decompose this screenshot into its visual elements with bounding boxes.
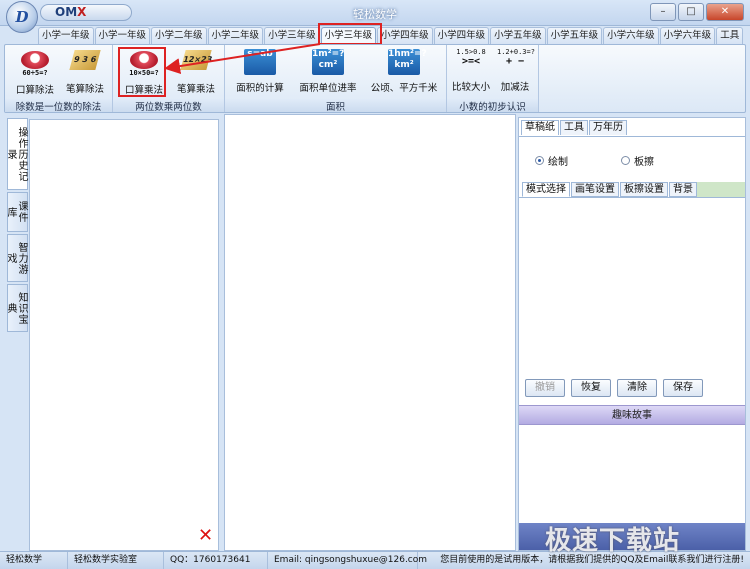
tab-grade3a[interactable]: 小学三年级	[264, 27, 320, 44]
tab-grade4a[interactable]: 小学四年级	[377, 27, 433, 44]
pencil-icon: 9 3 6	[69, 50, 101, 70]
area-unit-button[interactable]: 1m²=?cm² 面积单位进率	[293, 47, 363, 94]
tab-mode-select[interactable]: 模式选择	[522, 182, 570, 197]
compare-button[interactable]: 1.5>0.8 >=< 比较大小	[449, 47, 493, 93]
status-email: Email: qingsongshuxue@126.com	[268, 552, 427, 569]
side-tab-history[interactable]: 操作历史记录	[5, 118, 28, 190]
watermark: 极速下载站	[545, 526, 681, 556]
written-division-button[interactable]: 9 3 6 笔算除法	[61, 47, 109, 95]
highlight-box-button	[118, 47, 166, 97]
app-logo[interactable]: D	[6, 1, 38, 33]
clear-button[interactable]: 清除	[617, 379, 657, 397]
side-tab-courseware[interactable]: 课件库	[5, 192, 28, 232]
written-multiplication-label: 笔算乘法	[176, 84, 215, 95]
radio-erase-label: 板擦	[634, 157, 654, 168]
minimize-button[interactable]: –	[650, 3, 676, 21]
compare-label: 比较大小	[451, 82, 490, 93]
ribbon-group-division: 60÷5=? 口算除法 9 3 6 笔算除法 除数是一位数的除法	[5, 45, 113, 113]
radio-draw[interactable]: 绘制	[535, 153, 568, 168]
area-calc-button[interactable]: s=ab 面积的计算	[229, 47, 291, 94]
written-division-label: 笔算除法	[65, 84, 104, 95]
area-icon: s=ab	[244, 49, 276, 75]
lips-icon	[21, 51, 49, 69]
save-button[interactable]: 保存	[663, 379, 703, 397]
add-sub-icon: 1.2+0.3=? + −	[497, 48, 535, 67]
tab-tools[interactable]: 工具	[716, 27, 744, 44]
tab-background[interactable]: 背景	[669, 182, 697, 197]
area-unit-icon: 1m²=?cm²	[312, 49, 344, 75]
main-canvas[interactable]	[224, 114, 516, 551]
tab-grade5b[interactable]: 小学五年级	[546, 27, 603, 44]
oral-division-expr: 60÷5=?	[22, 69, 48, 77]
group-caption-division: 除数是一位数的除法	[5, 99, 112, 113]
compare-icon: 1.5>0.8 >=<	[456, 48, 486, 67]
side-tab-knowledge[interactable]: 知识宝典	[5, 284, 28, 332]
group-caption-decimal: 小数的初步认识	[447, 99, 538, 113]
tab-tools-panel[interactable]: 工具	[560, 120, 588, 135]
tab-grade2a[interactable]: 小学二年级	[151, 27, 207, 44]
undo-button[interactable]: 撤销	[525, 379, 565, 397]
written-multiplication-button[interactable]: 12×23 笔算乘法	[171, 47, 221, 95]
tab-grade5a[interactable]: 小学五年级	[490, 27, 546, 44]
hectare-label: 公顷、平方千米	[370, 83, 438, 94]
tab-grade4b[interactable]: 小学四年级	[433, 27, 490, 44]
pencil-icon: 12×23	[180, 50, 213, 70]
tab-grade6b[interactable]: 小学六年级	[659, 27, 716, 44]
ribbon: 60÷5=? 口算除法 9 3 6 笔算除法 除数是一位数的除法 10×50=?…	[4, 44, 746, 113]
right-panel: 草稿纸 工具 万年历 绘制 板擦 模式选择 画笔设置 板擦设置 背景 撤销 恢复…	[518, 117, 746, 551]
divider	[519, 197, 745, 198]
status-app: 轻松数学	[0, 552, 68, 569]
highlight-box-tab	[318, 23, 382, 45]
delete-icon[interactable]: ✕	[198, 527, 216, 545]
group-caption-area: 面积	[225, 99, 446, 113]
history-pane[interactable]	[29, 119, 219, 551]
ribbon-group-decimal: 1.5>0.8 >=< 比较大小 1.2+0.3=? + − 加减法 小数的初步认识	[447, 45, 539, 113]
area-unit-label: 面积单位进率	[299, 83, 357, 94]
hectare-button[interactable]: 1hm²=?km² 公顷、平方千米	[365, 47, 443, 94]
side-tab-games[interactable]: 智力游戏	[5, 234, 28, 282]
grade-tabs: 小学一年级 小学一年级 小学二年级 小学二年级 小学三年级 小学三年级 小学四年…	[38, 27, 744, 44]
draw-mode-radios: 绘制 板擦	[519, 136, 745, 182]
ribbon-group-area: s=ab 面积的计算 1m²=?cm² 面积单位进率 1hm²=?km² 公顷、…	[225, 45, 447, 113]
area-calc-label: 面积的计算	[236, 83, 284, 94]
fun-story-header[interactable]: 趣味故事	[519, 405, 745, 425]
close-button[interactable]: ✕	[706, 3, 744, 21]
app-window: OMX 轻松数学 – □ ✕ D 小学一年级 小学一年级 小学二年级 小学二年级…	[0, 0, 750, 569]
add-sub-expr: 1.2+0.3=?	[497, 48, 535, 56]
oral-division-label: 口算除法	[15, 85, 54, 96]
side-tabs: 操作历史记录 课件库 智力游戏 知识宝典	[5, 118, 28, 334]
hectare-icon: 1hm²=?km²	[388, 49, 427, 75]
status-qq: QQ：1760173641	[164, 552, 268, 569]
add-sub-label: 加减法	[500, 82, 530, 93]
compare-expr: 1.5>0.8	[456, 48, 486, 56]
radio-erase[interactable]: 板擦	[621, 153, 654, 168]
radio-draw-label: 绘制	[548, 157, 568, 168]
group-caption-multiplication: 两位数乘两位数	[113, 99, 224, 113]
tab-strip-fill	[693, 182, 745, 197]
tab-draft-paper[interactable]: 草稿纸	[521, 120, 559, 135]
tab-grade1a[interactable]: 小学一年级	[38, 27, 94, 44]
radio-selected-icon	[535, 156, 544, 165]
tab-grade1b[interactable]: 小学一年级	[94, 27, 151, 44]
maximize-button[interactable]: □	[678, 3, 704, 21]
tab-grade2b[interactable]: 小学二年级	[207, 27, 264, 44]
tab-calendar[interactable]: 万年历	[589, 120, 627, 135]
tab-pen-settings[interactable]: 画笔设置	[571, 182, 619, 197]
tab-eraser-settings[interactable]: 板擦设置	[620, 182, 668, 197]
oral-division-button[interactable]: 60÷5=? 口算除法	[11, 47, 59, 96]
status-lab: 轻松数学实验室	[68, 552, 164, 569]
radio-unselected-icon	[621, 156, 630, 165]
tab-grade6a[interactable]: 小学六年级	[603, 27, 659, 44]
redo-button[interactable]: 恢复	[571, 379, 611, 397]
window-title: 轻松数学	[353, 8, 397, 21]
add-sub-button[interactable]: 1.2+0.3=? + − 加减法	[493, 47, 537, 93]
